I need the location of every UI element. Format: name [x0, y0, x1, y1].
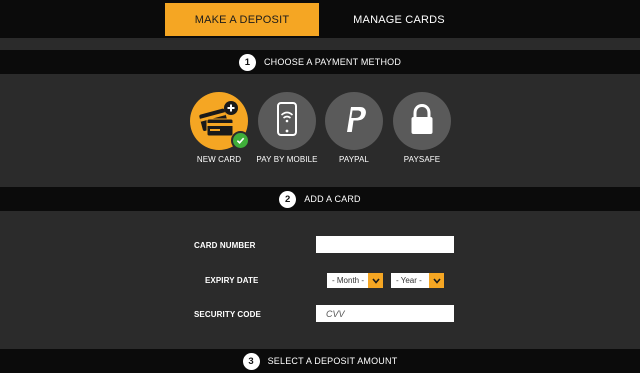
- payment-method-new-card[interactable]: NEW CARD: [190, 92, 250, 164]
- step-2-header: 2 ADD A CARD: [0, 187, 640, 211]
- payment-method-circle: [393, 92, 451, 150]
- chevron-down-icon: [429, 273, 444, 288]
- step-number: 2: [279, 190, 297, 208]
- expiry-year-select[interactable]: - Year -: [391, 273, 444, 288]
- expiry-year-value: - Year -: [396, 276, 422, 285]
- chevron-down-icon: [368, 273, 383, 288]
- step-title: SELECT A DEPOSIT AMOUNT: [267, 356, 398, 366]
- payment-method-circle: [258, 92, 316, 150]
- step-number: 3: [242, 352, 260, 370]
- step-number: 1: [238, 53, 256, 71]
- padlock-icon: [402, 99, 442, 144]
- payment-method-circle: [325, 92, 383, 150]
- payment-method-paysafe[interactable]: PAYSAFE: [393, 92, 451, 164]
- expiry-month-value: - Month -: [332, 276, 365, 285]
- mobile-phone-wifi-icon: [267, 99, 307, 144]
- tab-manage-cards[interactable]: MANAGE CARDS: [322, 3, 476, 36]
- card-number-input[interactable]: [316, 236, 454, 253]
- card-number-label: CARD NUMBER: [194, 241, 256, 250]
- security-code-label: SECURITY CODE: [194, 310, 261, 319]
- payment-method-pay-by-mobile[interactable]: PAY BY MOBILE: [256, 92, 317, 164]
- paypal-icon: [334, 99, 374, 144]
- payment-method-circle: [190, 92, 250, 150]
- step-3-header: 3 SELECT A DEPOSIT AMOUNT: [0, 349, 640, 373]
- payment-method-paypal[interactable]: PAYPAL: [325, 92, 383, 164]
- security-code-input[interactable]: [316, 305, 454, 322]
- top-tab-bar: MAKE A DEPOSIT MANAGE CARDS: [0, 0, 640, 38]
- payment-method-label: PAYSAFE: [403, 155, 441, 164]
- expiry-month-select[interactable]: - Month -: [327, 273, 383, 288]
- tab-make-deposit[interactable]: MAKE A DEPOSIT: [165, 3, 319, 36]
- step-1-header: 1 CHOOSE A PAYMENT METHOD: [0, 50, 640, 74]
- step-title: ADD A CARD: [304, 194, 361, 204]
- check-icon: [231, 131, 250, 150]
- expiry-date-label: EXPIRY DATE: [205, 276, 259, 285]
- step-title: CHOOSE A PAYMENT METHOD: [263, 57, 402, 67]
